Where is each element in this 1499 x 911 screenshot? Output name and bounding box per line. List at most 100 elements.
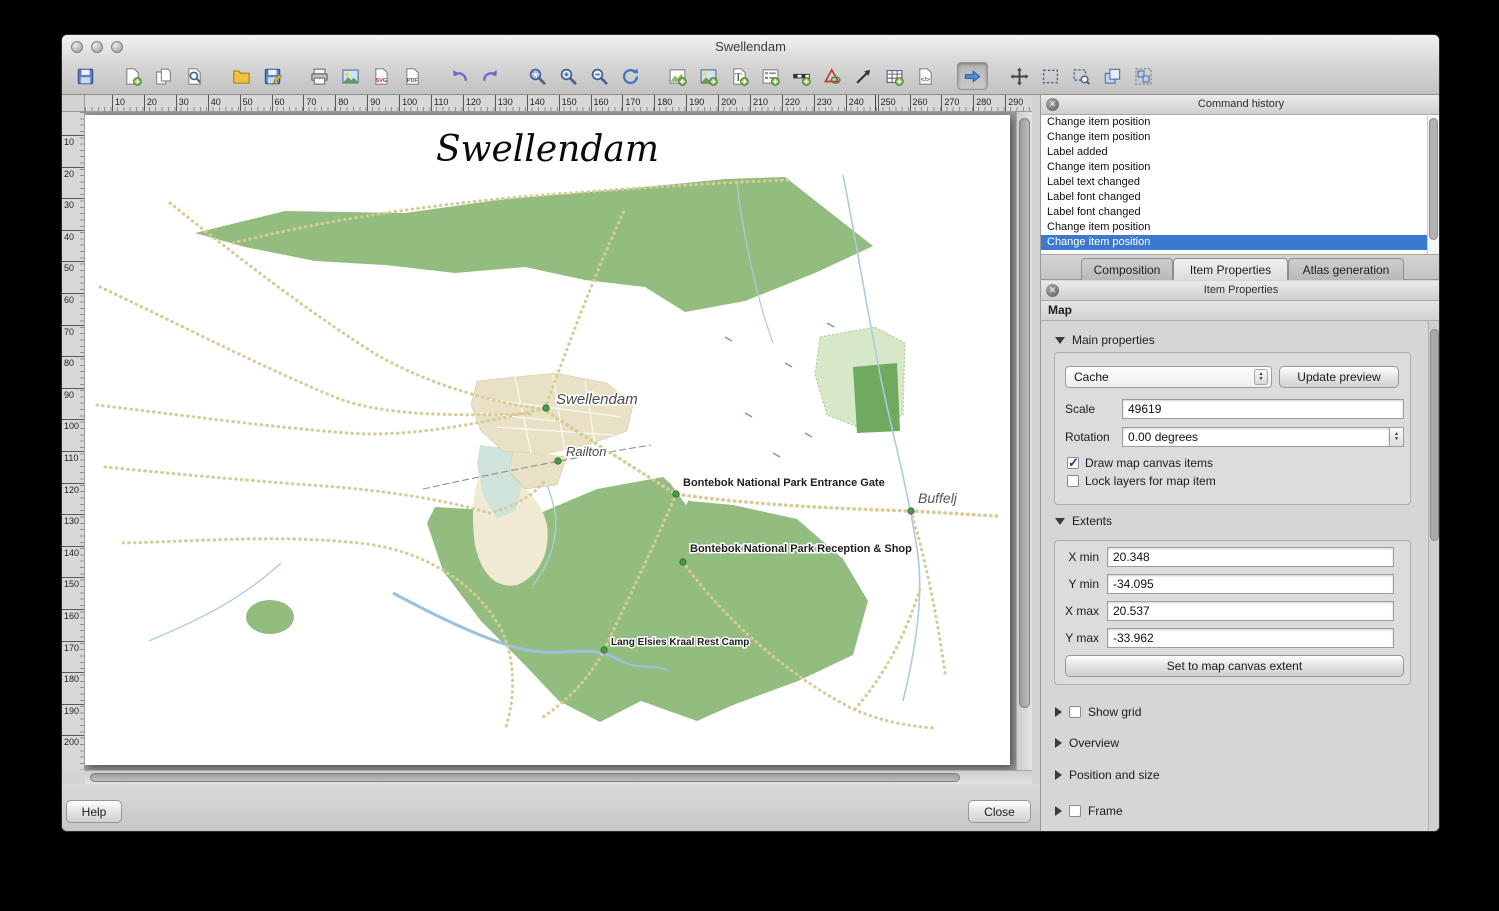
- select-marquee-button[interactable]: [1035, 62, 1066, 90]
- duplicate-composition-button[interactable]: [148, 62, 179, 90]
- extents-disclosure[interactable]: Extents: [1055, 514, 1112, 528]
- history-item[interactable]: Change item position: [1041, 235, 1440, 250]
- composer-canvas[interactable]: SwellendamRailtonBontebok National Park …: [85, 112, 1032, 770]
- add-map-button[interactable]: [662, 62, 693, 90]
- save-button[interactable]: [70, 62, 101, 90]
- command-history-scroll-thumb[interactable]: [1429, 118, 1438, 240]
- zoom-in-button[interactable]: [553, 62, 584, 90]
- zoom-to-region-button[interactable]: [1066, 62, 1097, 90]
- vertical-scroll-thumb[interactable]: [1019, 118, 1030, 708]
- v-ruler-mark: 10: [64, 137, 74, 147]
- map-item[interactable]: SwellendamRailtonBontebok National Park …: [85, 115, 1010, 765]
- add-image-button[interactable]: [693, 62, 724, 90]
- collapse-triangle-icon: [1055, 337, 1065, 344]
- toolbar: SVGPDF T </>: [70, 60, 1175, 92]
- v-ruler-mark: 170: [64, 643, 79, 653]
- undo-button[interactable]: [444, 62, 475, 90]
- lock-layers-checkbox[interactable]: [1067, 475, 1079, 487]
- h-ruler-mark: 280: [976, 97, 991, 107]
- v-ruler-mark: 150: [64, 579, 79, 589]
- section-show-grid[interactable]: Show grid: [1055, 705, 1141, 719]
- export-image-button[interactable]: [335, 62, 366, 90]
- close-button[interactable]: Close: [968, 800, 1031, 823]
- map-title-label[interactable]: Swellendam: [85, 129, 1010, 170]
- tab-composition[interactable]: Composition: [1081, 258, 1173, 280]
- add-label-button[interactable]: T: [724, 62, 755, 90]
- add-scalebar-button[interactable]: [786, 62, 817, 90]
- rotation-spinner[interactable]: ▲▼: [1390, 427, 1404, 447]
- rotation-input[interactable]: 0.00 degrees: [1122, 427, 1390, 447]
- extent-input-x-max[interactable]: 20.537: [1107, 601, 1394, 621]
- history-item[interactable]: Change item position: [1041, 220, 1440, 235]
- main-properties-disclosure[interactable]: Main properties: [1055, 333, 1155, 347]
- v-ruler-mark: 80: [64, 358, 74, 368]
- save-as-template-button[interactable]: [257, 62, 288, 90]
- refresh-view-button[interactable]: [615, 62, 646, 90]
- section-overview[interactable]: Overview: [1055, 736, 1119, 750]
- extent-input-y-min[interactable]: -34.095: [1107, 574, 1394, 594]
- draw-map-canvas-items-label: Draw map canvas items: [1085, 456, 1213, 470]
- draw-map-canvas-items-checkbox[interactable]: [1067, 457, 1079, 469]
- section-frame[interactable]: Frame: [1055, 804, 1123, 818]
- command-history-scrollbar[interactable]: [1427, 116, 1440, 254]
- add-map-icon: [668, 67, 687, 86]
- export-svg-button[interactable]: SVG: [366, 62, 397, 90]
- toolbar-group: T </>: [662, 62, 941, 90]
- zoom-full-button[interactable]: [522, 62, 553, 90]
- show-grid-checkbox[interactable]: [1069, 706, 1081, 718]
- new-composition-button[interactable]: [117, 62, 148, 90]
- frame-checkbox[interactable]: [1069, 805, 1081, 817]
- export-pdf-button[interactable]: PDF: [397, 62, 428, 90]
- composition-manager-button[interactable]: [179, 62, 210, 90]
- map-mode-select[interactable]: Cache ▲▼: [1065, 366, 1272, 388]
- add-shape-button[interactable]: [817, 62, 848, 90]
- panel-scroll-thumb[interactable]: [1430, 329, 1439, 541]
- scale-input[interactable]: 49619: [1122, 399, 1404, 419]
- canvas-horizontal-scrollbar[interactable]: [85, 770, 1032, 784]
- v-ruler-mark: 120: [64, 485, 79, 495]
- update-preview-button[interactable]: Update preview: [1279, 366, 1399, 388]
- history-item[interactable]: Change item position: [1041, 160, 1440, 175]
- poi-dot: [680, 559, 686, 565]
- history-item[interactable]: Change item position: [1041, 115, 1440, 130]
- set-to-map-canvas-extent-button[interactable]: Set to map canvas extent: [1065, 655, 1404, 677]
- history-item[interactable]: Label text changed: [1041, 175, 1440, 190]
- zoom-out-button[interactable]: [584, 62, 615, 90]
- tab-atlas-generation[interactable]: Atlas generation: [1288, 258, 1404, 280]
- group-items-button[interactable]: [1128, 62, 1159, 90]
- h-ruler-mark: 130: [498, 97, 513, 107]
- raise-items-button[interactable]: [1097, 62, 1128, 90]
- expand-triangle-icon: [1055, 770, 1062, 780]
- select-move-item-button[interactable]: [957, 62, 988, 90]
- map-label: Bontebok National Park Entrance Gate: [683, 477, 885, 489]
- add-html-button[interactable]: </>: [910, 62, 941, 90]
- add-legend-button[interactable]: [755, 62, 786, 90]
- history-item[interactable]: Label added: [1041, 145, 1440, 160]
- main-properties-group: Cache ▲▼ Update preview Scale 49619 Rota…: [1054, 352, 1411, 505]
- h-ruler-mark: 220: [785, 97, 800, 107]
- h-ruler-mark: 150: [562, 97, 577, 107]
- extent-input-y-max[interactable]: -33.962: [1107, 628, 1394, 648]
- load-from-template-button[interactable]: [226, 62, 257, 90]
- history-item[interactable]: Label font changed: [1041, 190, 1440, 205]
- horizontal-ruler: 1020304050607080901001101201301401501601…: [85, 95, 1032, 112]
- help-button[interactable]: Help: [66, 800, 122, 823]
- history-item[interactable]: Change item position: [1041, 130, 1440, 145]
- history-item[interactable]: Label font changed: [1041, 205, 1440, 220]
- group-items-icon: [1134, 67, 1153, 86]
- tab-item-properties[interactable]: Item Properties: [1173, 258, 1288, 280]
- horizontal-scroll-thumb[interactable]: [90, 773, 960, 782]
- titlebar[interactable]: Swellendam: [62, 35, 1439, 57]
- section-position-and-size[interactable]: Position and size: [1055, 768, 1160, 782]
- panel-scrollbar[interactable]: [1428, 321, 1440, 832]
- add-table-button[interactable]: [879, 62, 910, 90]
- move-item-content-button[interactable]: [1004, 62, 1035, 90]
- composition-paper[interactable]: SwellendamRailtonBontebok National Park …: [85, 115, 1010, 765]
- map-label: Bontebok National Park Reception & Shop: [690, 543, 912, 555]
- extent-input-x-min[interactable]: 20.348: [1107, 547, 1394, 567]
- print-button[interactable]: [304, 62, 335, 90]
- add-arrow-button[interactable]: [848, 62, 879, 90]
- redo-button[interactable]: [475, 62, 506, 90]
- canvas-vertical-scrollbar[interactable]: [1016, 112, 1032, 770]
- v-ruler-mark: 110: [64, 453, 78, 463]
